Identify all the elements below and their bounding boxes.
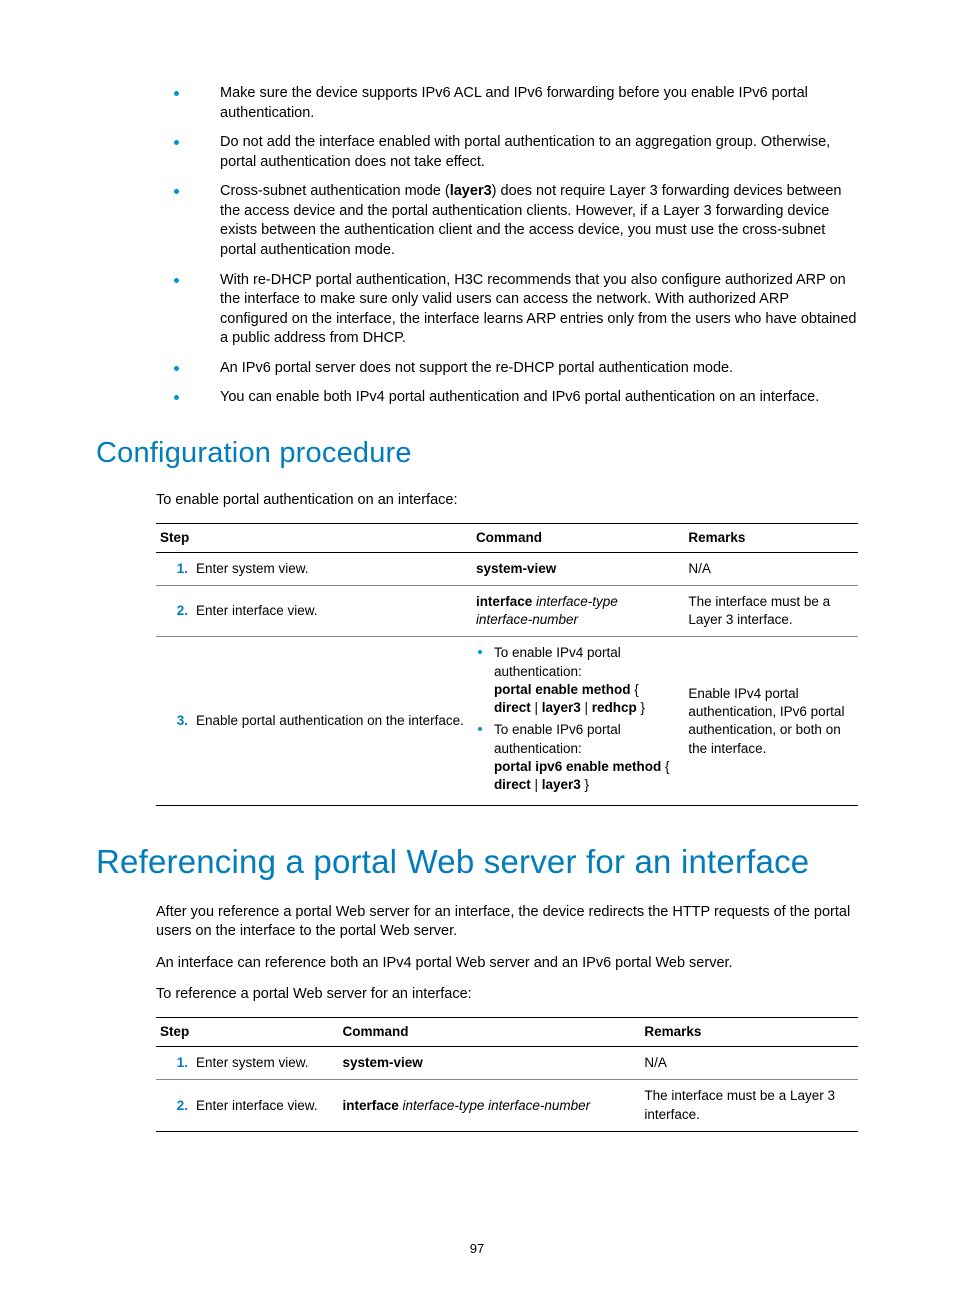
list-item: With re-DHCP portal authentication, H3C … — [196, 271, 858, 349]
cmd-sep: | — [581, 700, 592, 715]
th-step: Step — [156, 1018, 339, 1047]
bullet-text: Make sure the device supports IPv6 ACL a… — [220, 85, 808, 121]
th-command: Command — [339, 1018, 641, 1047]
cmd-opt: layer3 — [542, 700, 581, 715]
table-row: 2.Enter interface view. interface interf… — [156, 586, 858, 637]
remarks-text: N/A — [684, 552, 858, 585]
remarks-text: N/A — [640, 1047, 858, 1080]
table-row: 3.Enable portal authentication on the in… — [156, 637, 858, 806]
th-remarks: Remarks — [640, 1018, 858, 1047]
bullet-text: With re-DHCP portal authentication, H3C … — [220, 272, 857, 347]
config-table-2: Step Command Remarks 1.Enter system view… — [156, 1017, 858, 1132]
cmd-option-list: To enable IPv4 portal authentication: po… — [476, 644, 676, 794]
section-intro: To enable portal authentication on an in… — [96, 491, 858, 511]
list-item: Do not add the interface enabled with po… — [196, 133, 858, 172]
cmd-brace: { — [661, 759, 669, 774]
cmd-close: } — [581, 777, 589, 792]
step-desc: Enable portal authentication on the inte… — [196, 713, 464, 728]
step-desc: Enter interface view. — [196, 1098, 318, 1113]
config-table-1: Step Command Remarks 1.Enter system view… — [156, 523, 858, 807]
list-item: Make sure the device supports IPv6 ACL a… — [196, 84, 858, 123]
bullet-text-bold: layer3 — [450, 183, 492, 199]
th-command: Command — [472, 523, 684, 552]
cmd-close: } — [637, 700, 645, 715]
list-item: An IPv6 portal server does not support t… — [196, 359, 858, 379]
body-paragraph: To reference a portal Web server for an … — [96, 985, 858, 1005]
cmd-opt: layer3 — [542, 777, 581, 792]
cmd-lead: To enable IPv4 portal authentication: — [494, 645, 621, 678]
step-desc: Enter interface view. — [196, 603, 318, 618]
main-heading-referencing: Referencing a portal Web server for an i… — [96, 840, 858, 885]
cmd-opt: direct — [494, 700, 531, 715]
cmd-text: system-view — [476, 561, 556, 576]
page-number: 97 — [0, 1240, 954, 1258]
cmd-pre: portal ipv6 enable method — [494, 759, 661, 774]
table-row: 2.Enter interface view. interface interf… — [156, 1080, 858, 1131]
remarks-text: The interface must be a Layer 3 interfac… — [684, 586, 858, 637]
cmd-sep: | — [531, 700, 542, 715]
cmd-lead: To enable IPv6 portal authentication: — [494, 722, 621, 755]
body-paragraph: After you reference a portal Web server … — [96, 903, 858, 942]
body-paragraph: An interface can reference both an IPv4 … — [96, 954, 858, 974]
cmd-opt: redhcp — [592, 700, 637, 715]
cmd-text: interface — [343, 1098, 399, 1113]
cmd-arg: interface-type interface-number — [399, 1098, 590, 1113]
cmd-pre: portal enable method — [494, 682, 631, 697]
table-row: 1.Enter system view. system-view N/A — [156, 552, 858, 585]
step-number: 1. — [166, 1054, 196, 1072]
cmd-opt: direct — [494, 777, 531, 792]
th-remarks: Remarks — [684, 523, 858, 552]
step-number: 3. — [166, 712, 196, 730]
remarks-text: Enable IPv4 portal authentication, IPv6 … — [684, 637, 858, 806]
th-step: Step — [156, 523, 472, 552]
list-item: You can enable both IPv4 portal authenti… — [196, 388, 858, 408]
step-desc: Enter system view. — [196, 561, 309, 576]
cmd-text: interface — [476, 594, 532, 609]
bullet-text-pre: Cross-subnet authentication mode ( — [220, 183, 450, 199]
step-number: 1. — [166, 560, 196, 578]
step-number: 2. — [166, 1097, 196, 1115]
list-item: To enable IPv4 portal authentication: po… — [476, 644, 676, 717]
cmd-brace: { — [630, 682, 638, 697]
list-item: To enable IPv6 portal authentication: po… — [476, 721, 676, 794]
step-desc: Enter system view. — [196, 1055, 309, 1070]
remarks-text: The interface must be a Layer 3 interfac… — [640, 1080, 858, 1131]
section-heading-config: Configuration procedure — [96, 434, 858, 473]
list-item: Cross-subnet authentication mode (layer3… — [196, 182, 858, 260]
table-row: 1.Enter system view. system-view N/A — [156, 1047, 858, 1080]
bullet-text: You can enable both IPv4 portal authenti… — [220, 389, 819, 405]
cmd-sep: | — [531, 777, 542, 792]
step-number: 2. — [166, 602, 196, 620]
bullet-text: Do not add the interface enabled with po… — [220, 134, 830, 170]
intro-bullet-list: Make sure the device supports IPv6 ACL a… — [96, 84, 858, 408]
bullet-text: An IPv6 portal server does not support t… — [220, 360, 733, 376]
cmd-text: system-view — [343, 1055, 423, 1070]
